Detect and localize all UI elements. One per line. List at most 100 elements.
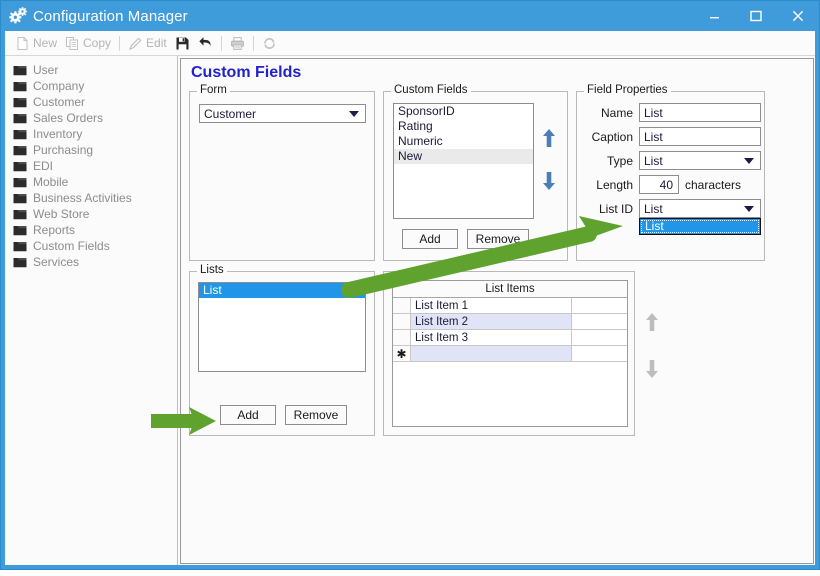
folder-icon xyxy=(13,65,27,76)
chevron-down-icon xyxy=(744,205,754,212)
sidebar-item-label: User xyxy=(33,63,59,77)
arrow-up-icon xyxy=(644,313,660,336)
lists-group: Lists List Add Remove xyxy=(189,264,375,436)
toolbar-new-label: New xyxy=(33,36,58,50)
row-gutter xyxy=(393,330,411,345)
toolbar-print-button[interactable] xyxy=(226,33,249,54)
print-icon xyxy=(230,36,245,51)
table-cell[interactable]: List Item 2 xyxy=(411,314,572,329)
sidebar-item-label: Customer xyxy=(33,95,86,109)
list-item[interactable]: Numeric xyxy=(394,134,533,149)
type-label: Type xyxy=(606,154,633,168)
table-row-new[interactable]: ✱ xyxy=(393,346,627,362)
undo-icon xyxy=(198,36,213,51)
list-item[interactable]: Rating xyxy=(394,119,533,134)
folder-icon xyxy=(13,257,27,268)
page-title: Custom Fields xyxy=(191,64,302,81)
length-field[interactable]: 40 xyxy=(639,175,679,194)
sidebar-item-customer[interactable]: Customer xyxy=(5,94,177,110)
pencil-icon xyxy=(128,36,143,51)
custom-fields-group: Custom Fields SponsorID Rating Numeric N… xyxy=(383,84,568,261)
table-row[interactable]: List Item 3 xyxy=(393,330,627,346)
sidebar-item-custom-fields[interactable]: Custom Fields xyxy=(5,238,177,254)
arrow-down-icon xyxy=(541,172,557,195)
name-label: Name xyxy=(600,106,633,120)
sidebar-item-sales-orders[interactable]: Sales Orders xyxy=(5,110,177,126)
new-row-marker-icon: ✱ xyxy=(393,346,411,361)
sidebar-item-reports[interactable]: Reports xyxy=(5,222,177,238)
toolbar-undo-button[interactable] xyxy=(194,33,217,54)
chevron-down-icon xyxy=(744,157,754,164)
close-button[interactable] xyxy=(777,1,819,31)
sidebar-item-label: Custom Fields xyxy=(33,239,110,253)
toolbar-copy-button[interactable]: Copy xyxy=(61,33,115,54)
sidebar-item-label: Purchasing xyxy=(33,143,94,157)
custom-fields-move-up-button[interactable] xyxy=(541,128,557,153)
list-item[interactable]: List xyxy=(199,283,365,298)
toolbar-refresh-button[interactable] xyxy=(258,33,281,54)
chevron-down-icon xyxy=(349,110,359,117)
form-combobox[interactable]: Customer xyxy=(199,104,366,123)
length-label: Length xyxy=(596,178,633,192)
list-items-move-up-button[interactable] xyxy=(644,312,660,337)
toolbar-edit-label: Edit xyxy=(146,36,167,50)
list-item[interactable]: SponsorID xyxy=(394,104,533,119)
maximize-button[interactable] xyxy=(735,1,777,31)
custom-fields-listbox[interactable]: SponsorID Rating Numeric New xyxy=(393,103,534,219)
table-row[interactable]: List Item 1 xyxy=(393,298,627,314)
row-gutter xyxy=(393,298,411,313)
folder-icon xyxy=(13,129,27,140)
list-items-move-down-button[interactable] xyxy=(644,359,660,384)
minimize-button[interactable] xyxy=(693,1,735,31)
table-cell[interactable]: List Item 1 xyxy=(411,298,572,313)
toolbar-copy-label: Copy xyxy=(83,36,112,50)
name-field[interactable]: List xyxy=(639,103,761,122)
list-item[interactable]: New xyxy=(394,149,533,164)
folder-icon xyxy=(13,145,27,156)
folder-icon xyxy=(13,161,27,172)
caption-field[interactable]: List xyxy=(639,127,761,146)
custom-fields-group-legend: Custom Fields xyxy=(391,84,471,96)
length-field-value: 40 xyxy=(659,177,673,192)
table-cell[interactable] xyxy=(411,346,572,361)
list-items-column-header: List Items xyxy=(393,281,627,298)
sidebar-item-mobile[interactable]: Mobile xyxy=(5,174,177,190)
list-id-combobox[interactable]: List xyxy=(639,199,761,218)
field-properties-group: Field Properties Name List Caption List … xyxy=(576,84,765,261)
sidebar-item-services[interactable]: Services xyxy=(5,254,177,270)
lists-listbox[interactable]: List xyxy=(198,282,366,372)
save-icon xyxy=(175,36,190,51)
sidebar-item-purchasing[interactable]: Purchasing xyxy=(5,142,177,158)
form-group: Form Customer xyxy=(189,84,375,261)
list-id-label: List ID xyxy=(598,202,633,216)
sidebar-item-inventory[interactable]: Inventory xyxy=(5,126,177,142)
custom-fields-remove-button[interactable]: Remove xyxy=(467,229,529,249)
sidebar-item-business-activities[interactable]: Business Activities xyxy=(5,190,177,206)
toolbar-separator xyxy=(252,35,254,51)
list-items-panel: List Items List Item 1 List Item 2 List … xyxy=(383,271,635,436)
list-id-dropdown-popup[interactable]: List xyxy=(639,218,761,235)
lists-group-legend: Lists xyxy=(197,264,227,276)
table-cell[interactable]: List Item 3 xyxy=(411,330,572,345)
type-combobox[interactable]: List xyxy=(639,151,761,170)
arrow-up-icon xyxy=(541,129,557,152)
toolbar-separator xyxy=(220,35,222,51)
sidebar-item-user[interactable]: User xyxy=(5,62,177,78)
application-window: Configuration Manager New Copy Edit User… xyxy=(0,0,820,570)
sidebar-item-company[interactable]: Company xyxy=(5,78,177,94)
window-controls xyxy=(693,1,819,31)
sidebar-item-edi[interactable]: EDI xyxy=(5,158,177,174)
list-items-grid[interactable]: List Items List Item 1 List Item 2 List … xyxy=(392,280,628,427)
table-row[interactable]: List Item 2 xyxy=(393,314,627,330)
lists-add-button[interactable]: Add xyxy=(220,405,276,425)
toolbar-save-button[interactable] xyxy=(171,33,194,54)
custom-fields-add-button[interactable]: Add xyxy=(402,229,458,249)
sidebar-item-label: EDI xyxy=(33,159,54,173)
sidebar-item-label: Services xyxy=(33,255,80,269)
list-id-dropdown-option[interactable]: List xyxy=(640,219,760,234)
toolbar-new-button[interactable]: New xyxy=(11,33,61,54)
custom-fields-move-down-button[interactable] xyxy=(541,171,557,196)
lists-remove-button[interactable]: Remove xyxy=(285,405,347,425)
sidebar-item-web-store[interactable]: Web Store xyxy=(5,206,177,222)
toolbar-edit-button[interactable]: Edit xyxy=(124,33,171,54)
